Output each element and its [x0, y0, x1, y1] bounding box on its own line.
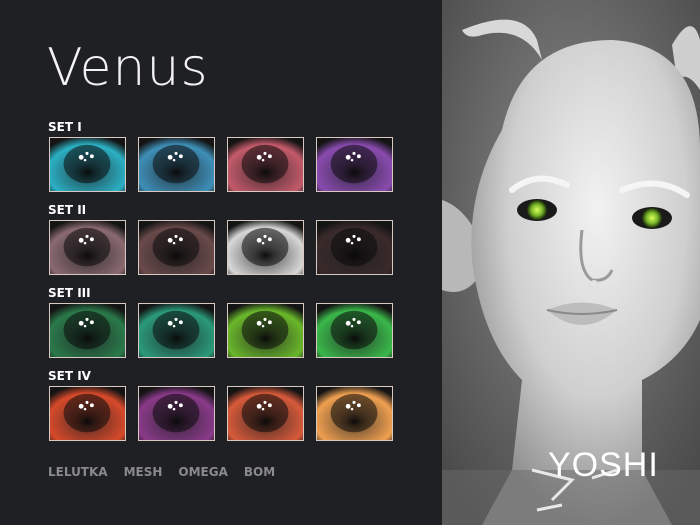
set-label-1: SET I [48, 120, 82, 134]
product-panel: Venus SET I SET II SET III SET IV LELUTK… [0, 0, 442, 525]
eye-swatch[interactable] [316, 137, 393, 192]
set-label-4: SET IV [48, 369, 91, 383]
eye-swatch[interactable] [49, 137, 126, 192]
eye-swatch[interactable] [138, 303, 215, 358]
eye-swatch[interactable] [138, 137, 215, 192]
eye-swatch[interactable] [49, 386, 126, 441]
platform-mesh: MESH [123, 465, 163, 479]
platform-lelutka: LELUTKA [48, 465, 108, 479]
eye-swatch[interactable] [49, 220, 126, 275]
platform-omega: OMEGA [178, 465, 228, 479]
set-label-2: SET II [48, 203, 87, 217]
eye-swatch[interactable] [227, 303, 304, 358]
eye-swatch[interactable] [316, 303, 393, 358]
eye-swatch[interactable] [316, 386, 393, 441]
eye-swatch[interactable] [138, 220, 215, 275]
brand-logo: YOSHI [548, 446, 659, 484]
eye-swatch[interactable] [227, 220, 304, 275]
product-title: Venus [47, 38, 209, 98]
eye-swatch[interactable] [227, 137, 304, 192]
platform-bom: BOM [243, 465, 276, 479]
eye-swatch[interactable] [227, 386, 304, 441]
platform-list: LELUTKA MESH OMEGA BOM [48, 465, 275, 479]
eye-swatch[interactable] [138, 386, 215, 441]
eye-swatch[interactable] [316, 220, 393, 275]
set-label-3: SET III [48, 286, 91, 300]
eye-swatch[interactable] [49, 303, 126, 358]
